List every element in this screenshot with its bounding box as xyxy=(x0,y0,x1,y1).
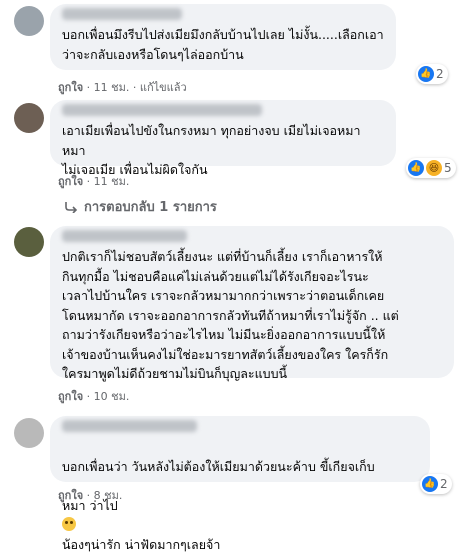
comment-text: บอกเพื่อนมึงรีบไปส่งเมียมึงกลับบ้านไปเลย… xyxy=(62,27,384,62)
comment-bubble: ปกติเราก็ไม่ชอบสัตว์เลี้ยงนะ แต่ที่บ้านก… xyxy=(50,226,454,381)
like-reaction-icon: 👍 xyxy=(408,160,424,176)
comment-text: ปกติเราก็ไม่ชอบสัตว์เลี้ยงนะ แต่ที่บ้านก… xyxy=(62,249,399,381)
reply-arrow-icon xyxy=(65,201,78,213)
like-reaction-icon: 👍 xyxy=(418,66,434,82)
replies-label: การตอบกลับ 1 รายการ xyxy=(84,200,217,215)
like-button[interactable]: ถูกใจ xyxy=(58,81,83,94)
timestamp[interactable]: 10 ชม. xyxy=(94,390,130,403)
reaction-count: 5 xyxy=(444,161,452,175)
timestamp[interactable]: 11 ชม. xyxy=(94,81,130,94)
reaction-summary[interactable]: 👍 2 xyxy=(420,474,452,494)
comment-actions: ถูกใจ · 11 ชม. · แก้ไขแล้ว xyxy=(58,81,187,94)
reaction-summary[interactable]: 👍 😆 5 xyxy=(406,158,456,178)
reaction-summary[interactable]: 👍 2 xyxy=(416,64,448,84)
grinning-emoji-icon xyxy=(62,517,76,531)
like-button[interactable]: ถูกใจ xyxy=(58,489,83,502)
avatar[interactable] xyxy=(14,418,44,448)
like-button[interactable]: ถูกใจ xyxy=(58,390,83,403)
author-name-blurred[interactable] xyxy=(62,230,187,242)
author-name-blurred[interactable] xyxy=(62,420,197,432)
view-replies-link[interactable]: การตอบกลับ 1 รายการ xyxy=(64,196,217,217)
avatar[interactable] xyxy=(14,103,44,133)
author-name-blurred[interactable] xyxy=(62,104,262,116)
edited-label: แก้ไขแล้ว xyxy=(139,81,187,94)
avatar[interactable] xyxy=(14,227,44,257)
comment-actions: ถูกใจ · 11 ชม. xyxy=(58,175,130,188)
like-button[interactable]: ถูกใจ xyxy=(58,175,83,188)
haha-reaction-icon: 😆 xyxy=(426,160,442,176)
reaction-count: 2 xyxy=(436,67,444,81)
timestamp[interactable]: 11 ชม. xyxy=(94,175,130,188)
timestamp[interactable]: 8 ชม. xyxy=(94,489,123,502)
avatar[interactable] xyxy=(14,6,44,36)
comment-bubble: เอาเมียเพื่อนไปขังในกรงหมา ทุกอย่างจบ เม… xyxy=(50,100,396,177)
like-reaction-icon: 👍 xyxy=(422,476,438,492)
comment-actions: ถูกใจ · 10 ชม. xyxy=(58,390,130,403)
author-name-blurred[interactable] xyxy=(62,8,182,20)
comment-actions: ถูกใจ · 8 ชม. xyxy=(58,489,123,502)
comment-bubble: บอกเพื่อนว่า วันหลังไม่ต้องให้เมียมาด้วย… xyxy=(50,416,430,552)
comment-bubble: บอกเพื่อนมึงรีบไปส่งเมียมึงกลับบ้านไปเลย… xyxy=(50,4,396,70)
comment-text: เอาเมียเพื่อนไปขังในกรงหมา ทุกอย่างจบ เม… xyxy=(62,123,361,177)
reaction-count: 2 xyxy=(440,477,448,491)
